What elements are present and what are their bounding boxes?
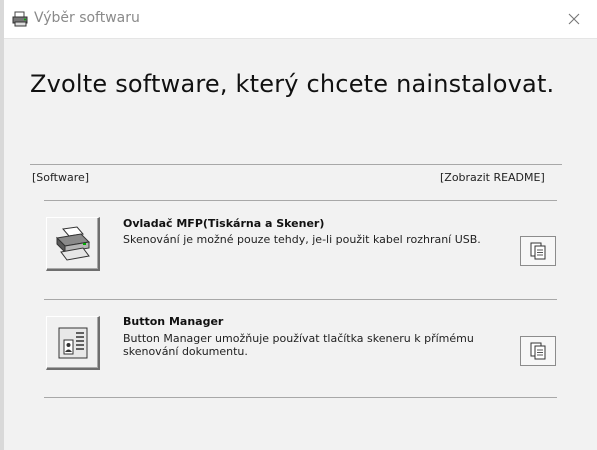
window-title: Výběr softwaru (34, 10, 140, 26)
software-title: Ovladač MFP(Tiskárna a Skener) (123, 217, 325, 230)
close-icon (568, 13, 580, 25)
title-bar: Výběr softwaru (4, 0, 597, 39)
software-description: Skenování je možné pouze tehdy, je-li po… (123, 233, 481, 246)
readme-column-label: [Zobrazit README] (440, 171, 545, 184)
readme-button[interactable] (520, 236, 556, 266)
software-column-label: [Software] (32, 171, 90, 184)
document-icon (530, 342, 546, 360)
document-icon (530, 242, 546, 260)
install-mfp-driver-button[interactable] (46, 217, 100, 271)
divider (30, 164, 562, 165)
close-button[interactable] (551, 0, 597, 38)
app-icon (12, 11, 28, 27)
readme-button[interactable] (520, 336, 556, 366)
page-heading: Zvolte software, který chcete nainstalov… (30, 70, 555, 98)
divider (44, 397, 557, 398)
install-button-manager-button[interactable] (46, 316, 100, 370)
scanner-printer-icon (55, 225, 90, 261)
button-manager-icon (58, 327, 87, 358)
software-title: Button Manager (123, 315, 224, 328)
software-description: Button Manager umožňuje používat tlačítk… (123, 332, 474, 358)
divider (44, 200, 557, 201)
software-selection-window: Výběr softwaru Zvolte software, který ch… (4, 0, 597, 450)
divider (44, 299, 557, 300)
